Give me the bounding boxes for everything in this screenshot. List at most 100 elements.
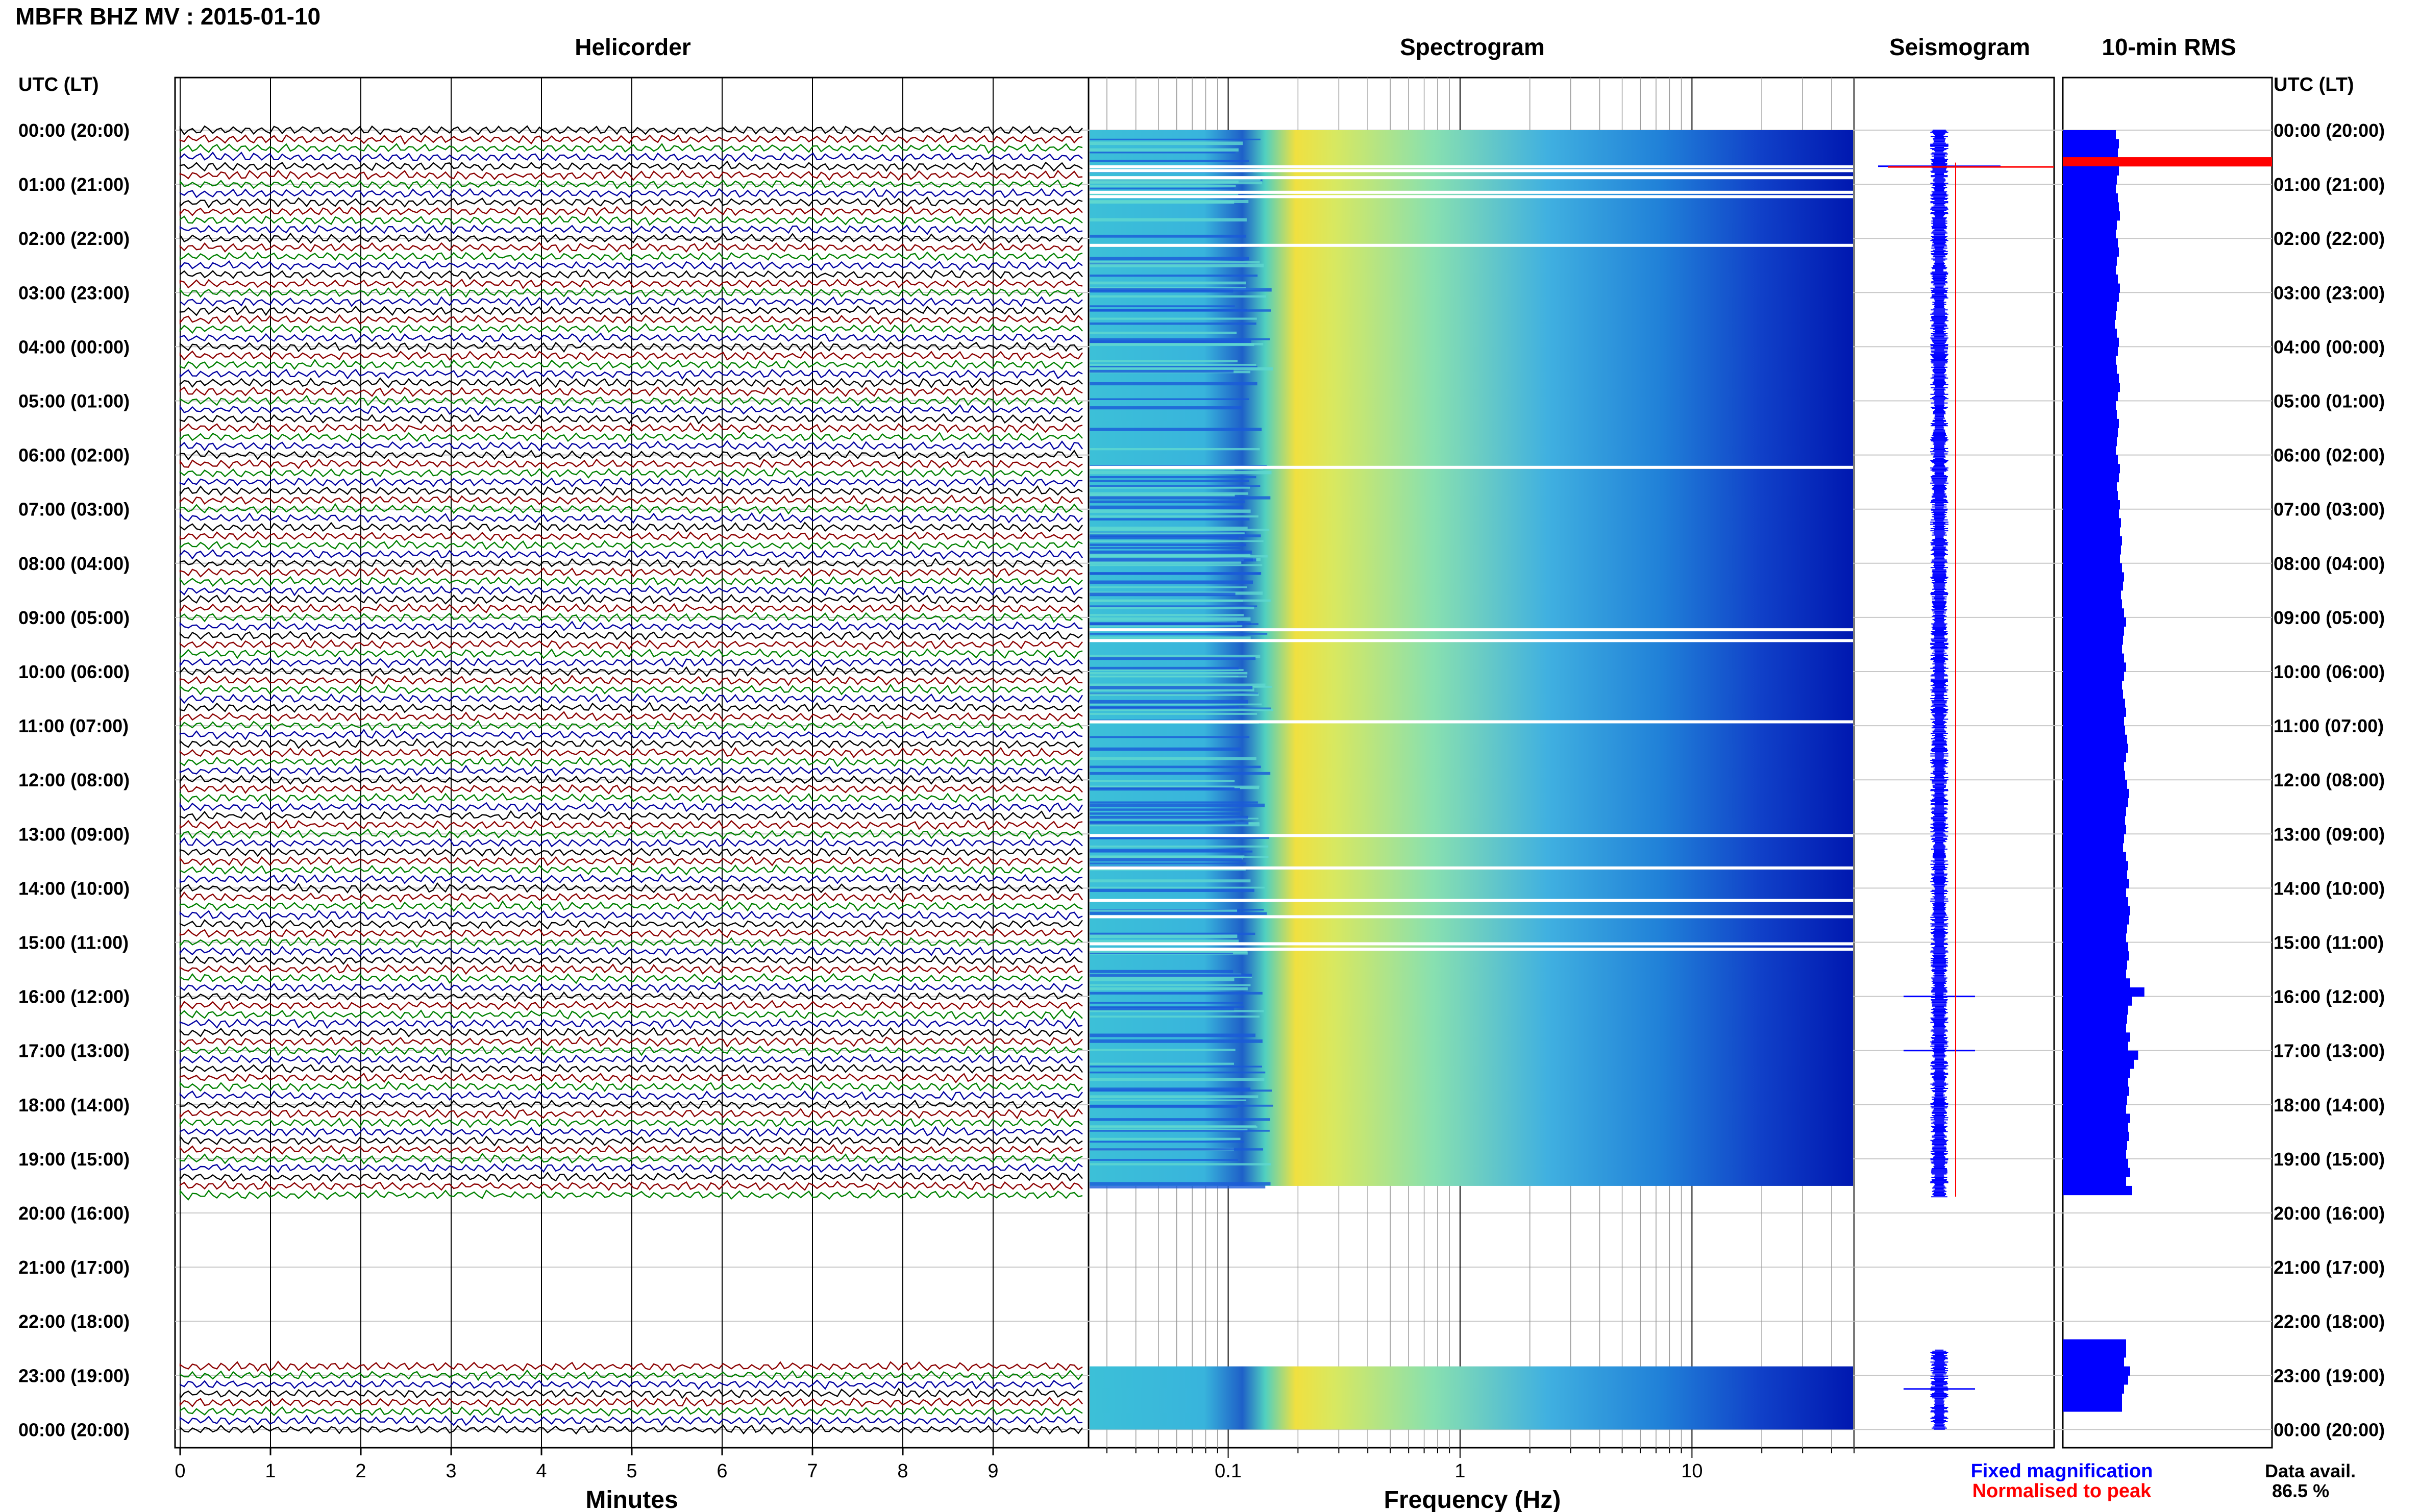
rms-bar [2063,581,2123,591]
spectrogram-streak [1090,666,1239,670]
spectrogram-streak [1090,305,1235,308]
rms-bar [2063,743,2128,753]
spectrogram-streak [1090,1137,1241,1141]
rms-bar [2063,1032,2130,1042]
rms-bar [2063,482,2117,491]
rms-bar [2063,788,2129,799]
time-tick-label-left: 02:00 (22:00) [18,228,130,249]
spectrogram-streak [1090,617,1251,621]
spectrogram-streak [1090,564,1263,566]
rms-bar [2063,247,2119,257]
rms-bar [2063,509,2119,518]
spectrogram-gap-line [1090,465,1853,469]
rms-bar [2063,572,2124,582]
rms-bar [2063,1357,2124,1367]
spectrogram-streak [1090,622,1243,626]
time-tick-label-right: 02:00 (22:00) [2274,228,2385,249]
rms-bar [2063,635,2123,645]
time-tick-label-left: 01:00 (21:00) [18,174,130,195]
time-tick-label-left: 21:00 (17:00) [18,1257,130,1278]
rms-bar [2063,807,2126,816]
rms-bar [2063,166,2119,176]
spectrogram-streak [1090,181,1239,183]
spectrogram-streak [1090,672,1248,675]
spectrogram-streak [1090,1065,1262,1068]
rms-bar [2063,897,2128,907]
rms-bar [2063,1158,2128,1169]
spectrogram-streak [1090,812,1240,815]
minute-tick-label: 5 [626,1460,637,1482]
spectrogram-streak [1090,747,1241,751]
spectrogram-streak [1090,187,1235,190]
spectrogram-streak [1090,862,1246,865]
spectrogram-streak [1090,261,1260,264]
spectrogram-streak [1090,505,1244,509]
rms-bar [2063,996,2132,1006]
time-axis-label-left: UTC (LT) [18,74,99,95]
rms-bar [2063,1348,2126,1358]
time-tick-label-right: 17:00 (13:00) [2274,1040,2385,1061]
spectrogram-streak [1090,765,1261,769]
time-tick-label-right: 14:00 (10:00) [2274,878,2385,899]
spectrogram-streak [1090,1062,1234,1065]
rms-bar [2063,780,2127,789]
spectrogram-gap-line [1090,948,1853,951]
spectrogram-streak [1090,1125,1256,1127]
rms-bar [2063,455,2118,464]
seismic-plot-page: MBFR BHZ MV : 2015-01-10 Helicorder Spec… [0,0,2419,1512]
spectrogram-streak [1090,855,1245,858]
rms-bar [2063,283,2120,293]
spectrogram-streak [1090,555,1268,558]
time-tick-label-right: 05:00 (01:00) [2274,391,2385,412]
rms-bar [2063,978,2130,988]
time-tick-label-right: 12:00 (08:00) [2274,770,2385,790]
time-tick-label-right: 00:00 (20:00) [2274,120,2385,141]
spectrogram-streak [1090,382,1257,386]
rms-bar [2063,644,2122,654]
rms-bar [2063,815,2125,826]
rms-bar [2063,1113,2130,1123]
spectrogram-streak [1090,369,1234,373]
rms-bar [2063,238,2118,248]
plot-canvas: MBFR BHZ MV : 2015-01-10 Helicorder Spec… [15,3,2385,1512]
spectrogram-gap-line [1090,915,1853,919]
spectrogram-gap-line [1090,866,1853,870]
spectrogram-streak [1090,526,1248,530]
spectrogram-streak [1090,708,1273,711]
rms-bar [2063,1177,2126,1186]
spectrogram-streak [1090,845,1269,848]
rms-bar [2063,689,2123,699]
frequency-tick-label: 0.1 [1215,1460,1242,1482]
rms-bar [2063,1104,2126,1114]
spectrogram-streak [1090,1163,1271,1166]
spectrogram-streak [1090,1129,1270,1132]
spectrogram-streak [1090,1015,1260,1018]
spectrogram-streak [1090,803,1265,807]
spectrogram-streak [1090,263,1264,267]
rms-bar [2063,401,2116,410]
rms-bar [2063,193,2118,203]
rms-bar [2063,1086,2129,1096]
spectrogram-streak [1090,428,1262,431]
spectrogram-streak [1090,600,1243,602]
time-tick-label-right: 19:00 (15:00) [2274,1149,2385,1170]
spectrogram-streak [1090,558,1253,562]
rms-bar [2063,229,2116,239]
helicorder-xlabel: Minutes [585,1486,678,1512]
rms-bar [2063,220,2117,230]
spectrogram-streak [1090,515,1258,518]
time-tick-label-right: 08:00 (04:00) [2274,553,2385,574]
rms-bar [2063,861,2128,871]
spectrogram-streak [1090,787,1240,791]
rms-bar [2063,130,2116,140]
spectrogram-streak [1090,340,1251,343]
rms-bar [2063,734,2127,744]
rms-bar [2063,960,2127,970]
rms-bar [2063,1168,2130,1177]
rms-bar [2063,265,2116,275]
time-tick-label-right: 23:00 (19:00) [2274,1365,2385,1386]
spectrogram-streak [1090,736,1250,738]
rms-bar [2063,202,2119,212]
rms-bar [2063,418,2119,429]
minute-tick-label: 6 [717,1460,727,1482]
